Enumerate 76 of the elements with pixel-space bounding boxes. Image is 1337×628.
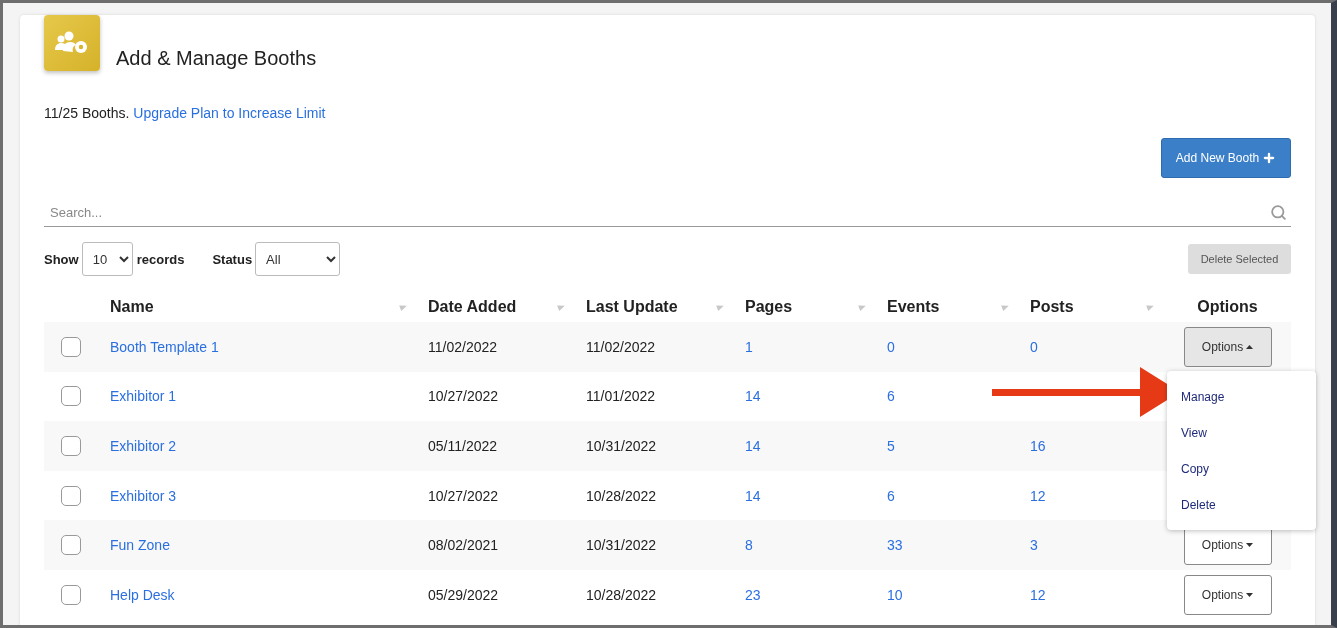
caret-up-icon: [1246, 344, 1254, 349]
booth-name-link[interactable]: Fun Zone: [110, 537, 170, 554]
caret-down-icon: [1246, 543, 1254, 548]
sort-icon[interactable]: [1146, 302, 1155, 311]
table-cell: 10/31/2022: [586, 537, 657, 554]
count-link[interactable]: 6: [887, 388, 895, 405]
booth-name-link[interactable]: Exhibitor 2: [110, 438, 177, 454]
caret-down-icon: [1246, 592, 1254, 597]
menu-item[interactable]: Delete: [1167, 487, 1316, 524]
column-header: Options: [1197, 297, 1258, 316]
row-checkbox[interactable]: [61, 386, 81, 407]
table-cell: 10/28/2022: [586, 487, 657, 504]
row-checkbox[interactable]: [61, 584, 81, 605]
column-header: Name: [110, 297, 154, 316]
count-link[interactable]: 8: [745, 537, 753, 554]
people-gear-icon: [55, 31, 89, 55]
options-button[interactable]: Options: [1183, 326, 1272, 367]
table-cell: 10/27/2022: [428, 487, 499, 504]
count-link[interactable]: 23: [745, 586, 761, 603]
page-title: Add & Manage Booths: [116, 47, 317, 70]
row-checkbox[interactable]: [61, 535, 81, 556]
count-link[interactable]: 14: [745, 438, 761, 454]
sort-icon[interactable]: [1001, 302, 1010, 311]
table-cell: 10/31/2022: [586, 438, 657, 454]
add-booth-button[interactable]: Add New Booth: [1161, 138, 1291, 178]
search-field[interactable]: Search...: [48, 203, 1270, 221]
count-link[interactable]: 14: [745, 388, 761, 405]
table-cell: 11/01/2022: [586, 388, 656, 405]
column-header: Date Added: [428, 297, 517, 316]
sort-icon[interactable]: [399, 302, 408, 311]
count-link[interactable]: 1: [745, 338, 753, 355]
search-icon[interactable]: [1270, 203, 1287, 221]
count-link[interactable]: 10: [887, 586, 903, 603]
table-cell: 10/28/2022: [586, 586, 657, 603]
options-button[interactable]: Options: [1183, 574, 1272, 615]
status-select[interactable]: All: [255, 242, 341, 276]
row-checkbox[interactable]: [61, 436, 81, 456]
sort-icon[interactable]: [716, 302, 725, 311]
booth-limit-text: 11/25 Booths. Upgrade Plan to Increase Limit: [44, 105, 327, 121]
column-header: Pages: [745, 297, 793, 316]
count-link[interactable]: 12: [1030, 487, 1046, 504]
count-link[interactable]: 0: [1030, 338, 1038, 355]
table-cell: 10/27/2022: [428, 388, 499, 405]
table-cell: 11/02/2022: [586, 338, 656, 355]
count-link[interactable]: 33: [887, 537, 903, 554]
count-link[interactable]: 12: [1030, 586, 1046, 603]
records-select[interactable]: 10: [81, 242, 133, 276]
column-header: Last Update: [586, 297, 678, 316]
column-header: Events: [887, 297, 940, 316]
sort-icon[interactable]: [557, 302, 566, 311]
booth-name-link[interactable]: Booth Template 1: [110, 338, 219, 355]
menu-item[interactable]: Manage: [1167, 379, 1316, 416]
plus-icon: [1262, 151, 1277, 165]
count-link[interactable]: 14: [745, 487, 761, 504]
count-link[interactable]: 0: [887, 338, 895, 355]
menu-item[interactable]: View: [1167, 415, 1316, 452]
records-label: records: [136, 251, 185, 267]
upgrade-link[interactable]: Upgrade Plan to Increase Limit: [133, 105, 326, 121]
count-link[interactable]: 6: [887, 487, 895, 504]
row-checkbox[interactable]: [61, 336, 81, 357]
show-label: Show: [44, 251, 79, 267]
sort-icon[interactable]: [858, 302, 867, 311]
column-header: Posts: [1030, 297, 1074, 316]
row-checkbox[interactable]: [61, 485, 81, 506]
booth-name-link[interactable]: Exhibitor 1: [110, 388, 177, 405]
table-cell: 05/11/2022: [428, 438, 498, 454]
count-link[interactable]: 5: [887, 438, 895, 454]
count-link[interactable]: 16: [1030, 438, 1046, 454]
table-cell: 08/02/2021: [428, 537, 499, 554]
status-label: Status: [212, 251, 253, 267]
table-cell: 05/29/2022: [428, 586, 499, 603]
count-link[interactable]: 3: [1030, 537, 1038, 554]
booth-name-link[interactable]: Help Desk: [110, 586, 175, 603]
table-cell: 11/02/2022: [428, 338, 498, 355]
menu-item[interactable]: Copy: [1167, 451, 1316, 488]
booth-name-link[interactable]: Exhibitor 3: [110, 487, 177, 504]
